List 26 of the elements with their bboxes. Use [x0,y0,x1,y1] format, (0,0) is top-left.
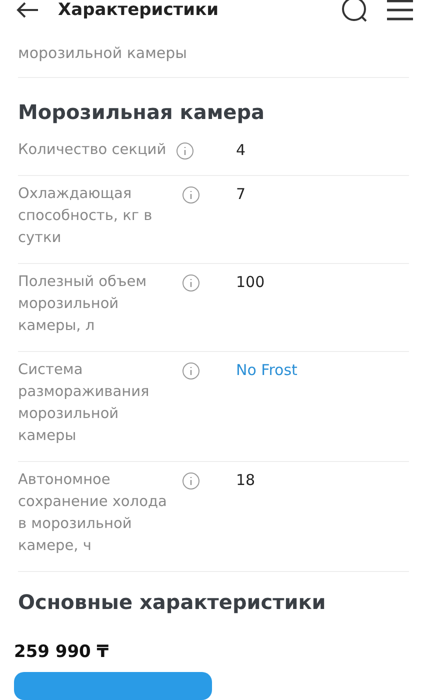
search-icon [341,0,369,23]
info-icon[interactable] [176,142,194,160]
spec-value: 7 [236,184,246,205]
spec-value: 100 [236,272,265,293]
page-title: Характеристики [58,0,220,20]
spec-value: 18 [236,470,256,491]
menu-button[interactable] [387,0,413,21]
spec-label: Охлаждающая способность, кг в сутки [18,185,154,248]
spec-label: Полезный объем морозильной камеры, л [18,273,148,336]
info-icon[interactable] [182,472,200,490]
info-icon[interactable] [182,274,200,292]
spec-label: Система размораживания морозильной камеры [18,361,150,446]
spec-value: 4 [236,140,246,161]
price: 259 990 ₸ [13,641,110,664]
menu-icon [387,0,413,21]
info-icon[interactable] [182,186,200,204]
section-title: Морозильная камера [18,99,266,126]
back-button[interactable] [16,1,40,19]
spec-label: Количество секций [18,141,168,160]
info-icon[interactable] [182,362,200,380]
spec-label: морозильной камеры [18,44,188,62]
section-title: Основные характеристики [18,589,327,614]
spec-value-link[interactable]: No Frost [236,359,298,447]
back-arrow-icon [16,1,40,19]
spec-label: Автономное сохранение холода в морозильной камере, ч [18,471,168,556]
search-button[interactable] [341,0,369,23]
